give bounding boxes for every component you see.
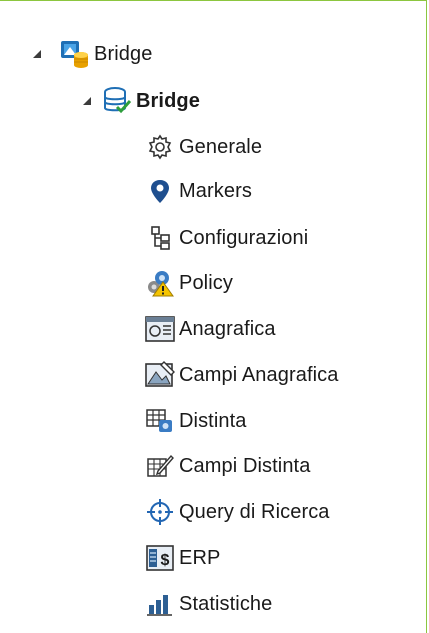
tree-item-configurazioni[interactable]: Configurazioni (145, 220, 308, 256)
tree-node-label: Bridge (136, 89, 200, 112)
tree-item-label: Distinta (179, 409, 247, 432)
tree-item-label: Query di Ricerca (179, 500, 330, 523)
tree-item-label: Campi Distinta (179, 454, 311, 477)
gear-icon (145, 132, 175, 162)
flowchart-icon (145, 223, 175, 253)
tree-node-label: Bridge (94, 42, 153, 65)
crosshair-icon (145, 497, 175, 527)
campi-anagrafica-icon (145, 360, 175, 390)
collapse-arrow-icon[interactable] (30, 47, 44, 61)
tree-item-anagrafica[interactable]: Anagrafica (145, 311, 276, 347)
tree-node-bridge-db[interactable]: Bridge (80, 83, 200, 119)
bridge-app-icon (60, 39, 90, 69)
tree-item-erp[interactable]: $ ERP (145, 540, 220, 576)
map-pin-icon (145, 176, 175, 206)
tree-item-statistiche[interactable]: Statistiche (145, 586, 272, 622)
tree-panel: Bridge Bridge Generale Markers Configura… (0, 0, 427, 633)
database-check-icon (102, 86, 132, 116)
tree-item-campi-distinta[interactable]: Campi Distinta (145, 448, 310, 484)
tree-item-label: Anagrafica (179, 317, 276, 340)
tree-item-label: Configurazioni (179, 226, 309, 249)
tree-item-campi-anagrafica[interactable]: Campi Anagrafica (145, 357, 338, 393)
tree-item-policy[interactable]: Policy (145, 265, 233, 301)
policy-warning-icon (145, 268, 175, 298)
svg-text:$: $ (161, 552, 170, 569)
tree-item-distinta[interactable]: Distinta (145, 403, 247, 439)
tree-item-generale[interactable]: Generale (145, 129, 262, 165)
erp-icon: $ (145, 543, 175, 573)
bar-chart-icon (145, 589, 175, 619)
collapse-arrow-icon[interactable] (80, 94, 94, 108)
tree-item-label: Markers (179, 179, 252, 202)
distinta-icon (145, 406, 175, 436)
tree-item-label: Generale (179, 135, 263, 158)
tree-node-root[interactable]: Bridge (30, 36, 152, 72)
tree-item-label: Policy (179, 271, 233, 294)
tree-item-query-di-ricerca[interactable]: Query di Ricerca (145, 494, 330, 530)
tree-item-label: ERP (179, 546, 221, 569)
tree-item-label: Campi Anagrafica (179, 363, 339, 386)
tree-item-markers[interactable]: Markers (145, 173, 252, 209)
tree-item-label: Statistiche (179, 592, 273, 615)
campi-distinta-icon (145, 451, 175, 481)
anagrafica-icon (145, 314, 175, 344)
